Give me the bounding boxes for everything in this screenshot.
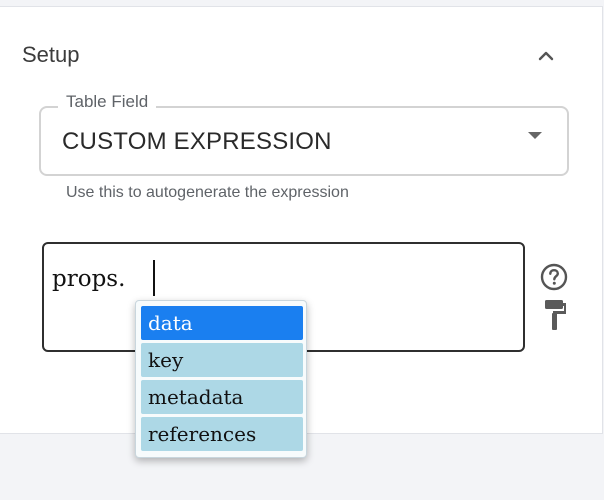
paint-roller-icon[interactable] xyxy=(543,298,567,332)
table-field-label: Table Field xyxy=(58,92,157,112)
dropdown-arrow-icon[interactable] xyxy=(528,132,542,139)
autocomplete-item-key[interactable]: key xyxy=(141,343,303,377)
text-caret xyxy=(153,260,155,296)
autocomplete-item-metadata[interactable]: metadata xyxy=(141,380,303,414)
autocomplete-dropdown: data key metadata references xyxy=(135,300,307,458)
expression-text[interactable]: props. xyxy=(52,266,125,292)
autocomplete-item-references[interactable]: references xyxy=(141,417,303,451)
section-title: Setup xyxy=(22,42,80,67)
autocomplete-item-data[interactable]: data xyxy=(141,306,303,340)
help-circle-icon[interactable] xyxy=(539,262,569,292)
table-field-helper: Use this to autogenerate the expression xyxy=(66,184,349,201)
table-field-value[interactable]: CUSTOM EXPRESSION xyxy=(62,128,332,156)
chevron-up-icon[interactable] xyxy=(534,44,558,68)
